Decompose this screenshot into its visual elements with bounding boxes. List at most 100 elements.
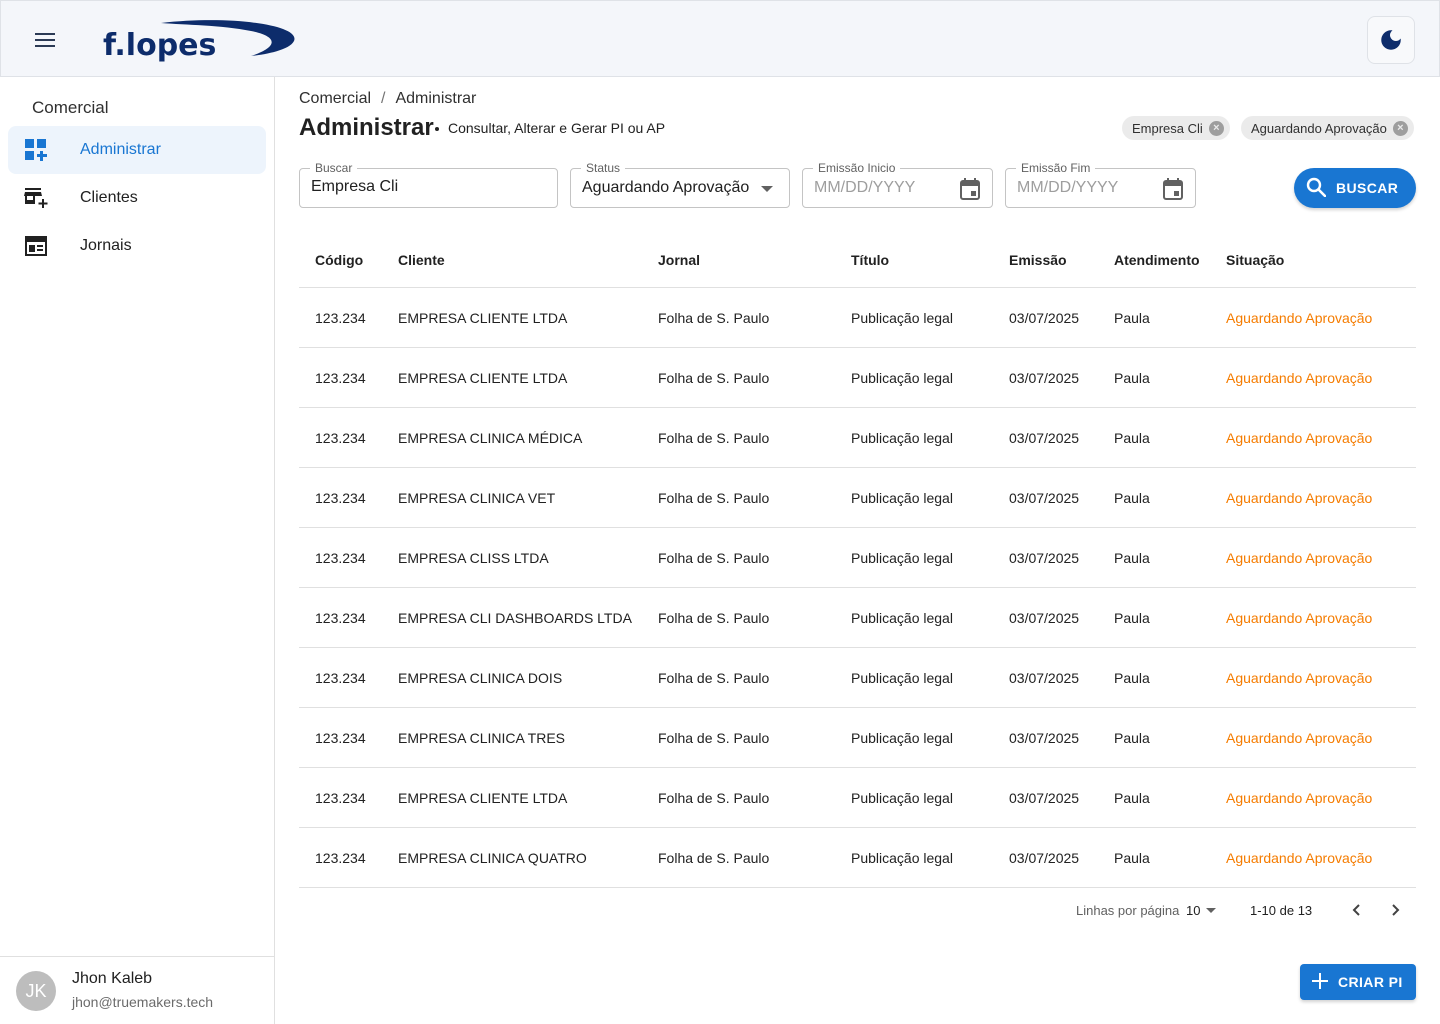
table-row[interactable]: 123.234 EMPRESA CLINICA VET Folha de S. Pa… <box>299 468 1416 528</box>
sidebar-section-title: Comercial <box>32 98 109 117</box>
cell-situacao: Aguardando Aprovação <box>1226 670 1373 686</box>
cell-cliente: EMPRESA CLINICA MÉDICA <box>398 430 583 446</box>
cell-codigo: 123.234 <box>315 730 366 746</box>
cell-cliente: EMPRESA CLINICA VET <box>398 490 556 506</box>
table-row[interactable]: 123.234 EMPRESA CLISS LTDA Folha de S. Pau… <box>299 528 1416 588</box>
user-profile[interactable]: JK Jhon Kaleb jhon@truemakers.tech <box>0 956 274 1024</box>
pagination-range: 1-10 de 13 <box>1250 903 1313 918</box>
cell-emissao: 03/07/2025 <box>1009 610 1080 626</box>
table-header: Código Cliente Jornal Título Emissão Ate… <box>299 232 1416 288</box>
table-row[interactable]: 123.234 EMPRESA CLIENTE LTDA Folha de S. P… <box>299 348 1416 408</box>
title-separator-dot <box>435 127 439 131</box>
emissao-inicio-field[interactable]: Emissão Inicio MM/DD/YYYY <box>802 161 993 208</box>
calendar-icon[interactable] <box>1161 177 1185 201</box>
cell-atendimento: Paula <box>1114 790 1150 806</box>
table-row[interactable]: 123.234 EMPRESA CLINICA QUATRO Folha de S.… <box>299 828 1416 888</box>
emissao-inicio-input[interactable]: MM/DD/YYYY <box>814 179 915 197</box>
breadcrumb: Comercial / Administrar <box>299 90 476 108</box>
cell-situacao: Aguardando Aprovação <box>1226 490 1373 506</box>
cell-jornal: Folha de S. Paulo <box>658 430 770 446</box>
cell-jornal: Folha de S. Paulo <box>658 670 770 686</box>
sidebar-item-administrar[interactable]: Administrar <box>8 126 266 174</box>
filter-chip-status: Aguardando Aprovação × <box>1241 116 1414 140</box>
top-app-bar: f.lopes <box>0 0 1440 77</box>
table-row[interactable]: 123.234 EMPRESA CLI DASHBOARDS LTDA Folha … <box>299 588 1416 648</box>
menu-icon[interactable] <box>25 23 65 57</box>
table-row[interactable]: 123.234 EMPRESA CLINICA DOIS Folha de S. P… <box>299 648 1416 708</box>
cell-codigo: 123.234 <box>315 550 366 566</box>
column-header[interactable]: Cliente <box>398 252 445 268</box>
rows-per-page-select[interactable]: 10 <box>1186 903 1217 918</box>
sidebar-item-jornais[interactable]: Jornais <box>8 222 266 270</box>
breadcrumb-item-comercial[interactable]: Comercial <box>299 90 371 108</box>
cell-jornal: Folha de S. Paulo <box>658 790 770 806</box>
status-select-value[interactable]: Aguardando Aprovação <box>582 179 749 197</box>
cell-jornal: Folha de S. Paulo <box>658 850 770 866</box>
chip-label: Empresa Cli <box>1132 120 1203 136</box>
cell-jornal: Folha de S. Paulo <box>658 370 770 386</box>
cell-situacao: Aguardando Aprovação <box>1226 370 1373 386</box>
dropdown-arrow-icon[interactable] <box>755 177 779 201</box>
emissao-fim-label: Emissão Fim <box>1016 161 1096 175</box>
column-header[interactable]: Atendimento <box>1114 252 1200 268</box>
column-header[interactable]: Jornal <box>658 252 700 268</box>
chevron-left-icon[interactable] <box>1344 898 1368 922</box>
column-header[interactable]: Emissão <box>1009 252 1067 268</box>
table-row[interactable]: 123.234 EMPRESA CLIENTE LTDA Folha de S. P… <box>299 768 1416 828</box>
column-header[interactable]: Título <box>851 252 889 268</box>
cell-situacao: Aguardando Aprovação <box>1226 730 1373 746</box>
cell-codigo: 123.234 <box>315 790 366 806</box>
cell-atendimento: Paula <box>1114 310 1150 326</box>
calendar-icon[interactable] <box>958 177 982 201</box>
status-select-label: Status <box>581 161 626 175</box>
pi-table: Código Cliente Jornal Título Emissão Ate… <box>299 232 1416 888</box>
table-row[interactable]: 123.234 EMPRESA CLINICA MÉDICA Folha de S.… <box>299 408 1416 468</box>
cell-cliente: EMPRESA CLISS LTDA <box>398 550 549 566</box>
flopes-logo[interactable]: f.lopes <box>101 15 301 67</box>
cell-atendimento: Paula <box>1114 850 1150 866</box>
search-input[interactable] <box>311 178 530 196</box>
user-email: jhon@truemakers.tech <box>72 994 214 1010</box>
cell-atendimento: Paula <box>1114 430 1150 446</box>
rows-per-page-value: 10 <box>1186 903 1201 918</box>
sidebar-item-clientes[interactable]: Clientes <box>8 174 266 222</box>
cell-titulo: Publicação legal <box>851 490 953 506</box>
chevron-right-icon[interactable] <box>1384 898 1408 922</box>
cell-atendimento: Paula <box>1114 670 1150 686</box>
cell-titulo: Publicação legal <box>851 430 953 446</box>
cell-atendimento: Paula <box>1114 550 1150 566</box>
cell-codigo: 123.234 <box>315 850 366 866</box>
create-pi-button-label: CRIAR PI <box>1338 974 1403 990</box>
cell-codigo: 123.234 <box>315 370 366 386</box>
page-title: Administrar <box>299 114 434 141</box>
column-header[interactable]: Situação <box>1226 252 1284 268</box>
column-header[interactable]: Código <box>315 252 363 268</box>
sidebar-item-label: Administrar <box>80 141 161 158</box>
search-button[interactable]: BUSCAR <box>1294 168 1416 208</box>
table-row[interactable]: 123.234 EMPRESA CLIENTE LTDA Folha de S. P… <box>299 288 1416 348</box>
avatar[interactable]: JK <box>16 971 56 1011</box>
breadcrumb-item-administrar: Administrar <box>395 90 477 107</box>
search-button-label: BUSCAR <box>1336 180 1399 196</box>
search-field[interactable]: Buscar <box>299 161 558 208</box>
cell-titulo: Publicação legal <box>851 790 953 806</box>
emissao-fim-input[interactable]: MM/DD/YYYY <box>1017 179 1118 197</box>
status-select[interactable]: Status Aguardando Aprovação <box>570 161 790 208</box>
chip-remove-icon[interactable]: × <box>1392 120 1408 136</box>
page-subtitle: Consultar, Alterar e Gerar PI ou AP <box>448 120 666 136</box>
svg-text:f.lopes: f.lopes <box>103 28 216 63</box>
emissao-fim-field[interactable]: Emissão Fim MM/DD/YYYY <box>1005 161 1196 208</box>
cell-situacao: Aguardando Aprovação <box>1226 610 1373 626</box>
table-row[interactable]: 123.234 EMPRESA CLINICA TRES Folha de S. P… <box>299 708 1416 768</box>
cell-emissao: 03/07/2025 <box>1009 670 1080 686</box>
chip-remove-icon[interactable]: × <box>1208 120 1224 136</box>
create-pi-button[interactable]: CRIAR PI <box>1300 964 1416 1000</box>
cell-emissao: 03/07/2025 <box>1009 550 1080 566</box>
filter-chip-empresa: Empresa Cli × <box>1122 116 1230 140</box>
moon-icon[interactable] <box>1367 16 1415 64</box>
cell-atendimento: Paula <box>1114 370 1150 386</box>
cell-codigo: 123.234 <box>315 490 366 506</box>
cell-jornal: Folha de S. Paulo <box>658 310 770 326</box>
sidebar: Comercial Administrar Clientes Jornais J… <box>0 77 275 1024</box>
cell-cliente: EMPRESA CLIENTE LTDA <box>398 790 568 806</box>
